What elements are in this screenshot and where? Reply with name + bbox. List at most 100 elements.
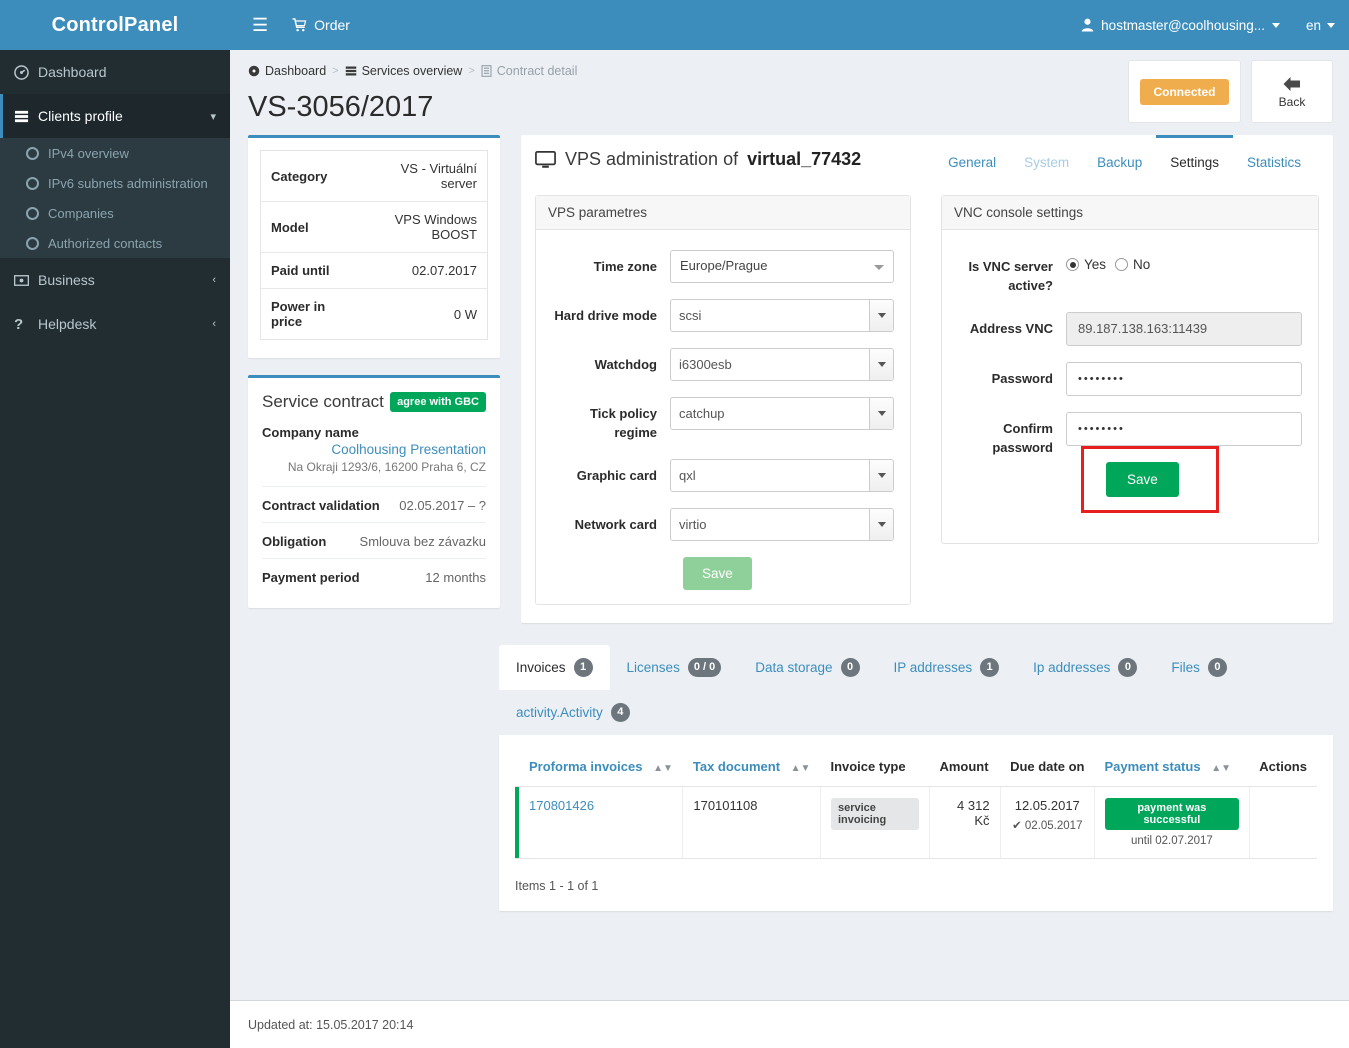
field-control: catchup [670, 397, 894, 430]
breadcrumb-label: Dashboard [265, 64, 327, 78]
watchdog-select[interactable]: i6300esb [670, 348, 894, 381]
tab-settings[interactable]: Settings [1156, 135, 1233, 182]
contract-title: Service contract [262, 392, 384, 411]
row-key: Obligation [262, 534, 327, 549]
tab-general[interactable]: General [934, 135, 1010, 182]
back-button[interactable]: Back [1251, 60, 1333, 123]
vps-administration-card: VPS administration of virtual_77432 Gene… [521, 135, 1333, 623]
content-wrapper: ☰ Order hostmaster@coolhousing... en Das… [230, 0, 1349, 1048]
agree-gbc-badge[interactable]: agree with GBC [390, 392, 486, 412]
chevron-down-icon [874, 265, 884, 270]
breadcrumb-item-services-overview[interactable]: Services overview [345, 64, 462, 78]
field-label: Address VNC [969, 320, 1053, 336]
field-control: Yes No [1066, 250, 1302, 272]
radio-icon[interactable] [1115, 258, 1129, 271]
payment-period-row: Payment period 12 months [262, 558, 486, 594]
col-invoice-type: Invoice type [820, 750, 930, 787]
field-time-zone: Time zone Europe/Prague [548, 250, 894, 283]
time-zone-select[interactable]: Europe/Prague [670, 250, 894, 283]
sort-icon[interactable]: ▲▼ [791, 763, 811, 774]
tab-invoices[interactable]: Invoices 1 [499, 644, 610, 690]
vps-parametres-body: Time zone Europe/Prague Hard drive mode … [536, 230, 910, 604]
field-label: Password [991, 370, 1053, 386]
sidebar-item-companies[interactable]: Companies [0, 198, 230, 228]
field-control: Europe/Prague [670, 250, 894, 283]
language-menu[interactable]: en [1306, 18, 1335, 33]
monitor-icon [535, 150, 556, 169]
sidebar-item-authorized-contacts[interactable]: Authorized contacts [0, 228, 230, 258]
tab-count-badge: 0 [1207, 657, 1227, 677]
col-proforma-invoices[interactable]: Proforma invoices ▲▼ [519, 750, 683, 787]
sidebar-nav: Dashboard Clients profile ▾ IPv4 overvie… [0, 50, 230, 346]
field-control [1066, 311, 1302, 346]
radio-label: No [1133, 257, 1151, 272]
graphic-card-select[interactable]: qxl [670, 458, 894, 492]
breadcrumb-label: Contract detail [496, 64, 578, 78]
order-link[interactable]: Order [292, 17, 350, 33]
table-header-row: Proforma invoices ▲▼ Tax document ▲▼ Inv… [515, 750, 1317, 787]
field-vnc-active: Is VNC server active? Yes No [954, 250, 1302, 296]
sidebar-item-dashboard[interactable]: Dashboard [0, 50, 230, 94]
field-watchdog: Watchdog i6300esb [548, 348, 894, 381]
radio-icon[interactable] [1066, 258, 1079, 271]
tab-data-storage[interactable]: Data storage 0 [738, 645, 876, 690]
vnc-save-button[interactable]: Save [1106, 461, 1179, 497]
field-tick-policy-regime: Tick policy regime catchup [548, 397, 894, 443]
status-badge[interactable]: Connected [1140, 78, 1229, 105]
vps-parametres-save-button[interactable]: Save [683, 556, 752, 590]
vps-title-name: virtual_77432 [747, 149, 862, 169]
tab-ip-addresses-secondary[interactable]: Ip addresses 0 [1016, 645, 1154, 690]
main-columns: Category VS - Virtuální server Model VPS… [230, 124, 1349, 623]
field-label: Is VNC server active? [968, 259, 1053, 293]
col-label: Invoice type [830, 758, 906, 774]
help-icon: ? [14, 315, 24, 333]
user-menu[interactable]: hostmaster@coolhousing... [1081, 18, 1280, 33]
vnc-active-yes-option[interactable]: Yes [1066, 257, 1106, 272]
proforma-invoice-link[interactable]: 170801426 [529, 798, 594, 813]
sidebar-item-ipv4-overview[interactable]: IPv4 overview [0, 138, 230, 168]
cell-actions[interactable] [1249, 786, 1317, 859]
tab-licenses[interactable]: Licenses 0 / 0 [610, 645, 739, 690]
payment-until-note: until 02.07.2017 [1130, 834, 1213, 847]
tick-policy-select[interactable]: catchup [670, 397, 894, 430]
field-address-vnc: Address VNC [954, 311, 1302, 346]
sort-icon[interactable]: ▲▼ [1211, 763, 1231, 774]
sidebar-item-ipv6-subnets[interactable]: IPv6 subnets administration [0, 168, 230, 198]
sidebar-item-business[interactable]: Business ‹ [0, 258, 230, 302]
breadcrumb-item-dashboard[interactable]: Dashboard [248, 64, 326, 78]
services-icon [345, 65, 357, 77]
left-column: Category VS - Virtuální server Model VPS… [248, 135, 500, 608]
hard-drive-mode-select[interactable]: scsi [670, 299, 894, 332]
tab-statistics[interactable]: Statistics [1233, 135, 1315, 182]
brand-logo[interactable]: ControlPanel [0, 0, 230, 50]
network-card-select[interactable]: virtio [670, 507, 894, 541]
row-value: 12 months [425, 570, 486, 585]
info-value: 0 W [453, 306, 477, 322]
sidebar-item-helpdesk[interactable]: ? Helpdesk ‹ [0, 302, 230, 346]
updated-at-label: Updated at: 15.05.2017 20:14 [248, 1017, 414, 1032]
vnc-password-input[interactable] [1066, 361, 1302, 396]
invoices-table-body: 170801426 170101108 service invoicing 4 … [515, 786, 1317, 859]
time-zone-value: Europe/Prague [680, 258, 768, 273]
company-name-link[interactable]: Coolhousing Presentation [262, 442, 486, 457]
page-header: Dashboard > Services overview > Contract… [230, 50, 1349, 124]
sidebar-item-clients-profile[interactable]: Clients profile ▾ [0, 94, 230, 138]
vnc-confirm-password-input[interactable] [1066, 411, 1302, 446]
tab-files[interactable]: Files 0 [1154, 645, 1244, 690]
row-value: Smlouva bez závazku [359, 534, 486, 549]
tab-activity[interactable]: activity.Activity 4 [499, 690, 647, 735]
circle-icon [26, 206, 39, 220]
back-label: Back [1278, 94, 1306, 109]
col-payment-status[interactable]: Payment status ▲▼ [1094, 750, 1250, 787]
tab-backup[interactable]: Backup [1083, 135, 1156, 182]
radio-label: Yes [1084, 257, 1107, 272]
address-vnc-input[interactable] [1066, 311, 1302, 346]
menu-toggle-icon[interactable]: ☰ [244, 16, 276, 34]
sort-icon[interactable]: ▲▼ [653, 763, 673, 774]
tab-ip-addresses[interactable]: IP addresses 1 [877, 645, 1017, 690]
vnc-active-no-option[interactable]: No [1115, 257, 1150, 272]
field-label: Time zone [593, 259, 657, 274]
table-row: Category VS - Virtuální server [260, 150, 488, 202]
col-tax-document[interactable]: Tax document ▲▼ [682, 750, 821, 787]
cell-proforma: 170801426 [519, 786, 684, 859]
